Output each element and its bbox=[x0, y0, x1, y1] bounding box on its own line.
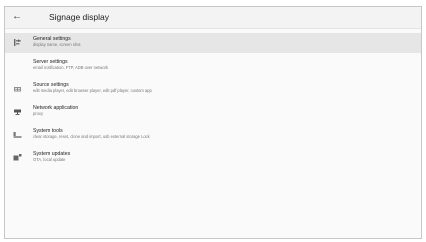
settings-item-subtitle: OTA, local update bbox=[33, 157, 66, 162]
network-icon bbox=[14, 109, 21, 115]
settings-item-system-updates[interactable]: System updates OTA, local update bbox=[5, 148, 421, 168]
settings-item-system-tools[interactable]: System tools clear storage, reset, clone… bbox=[5, 125, 421, 145]
settings-item-subtitle: display name, screen shot bbox=[33, 42, 81, 47]
settings-item-general[interactable]: General settings display name, screen sh… bbox=[5, 33, 421, 53]
settings-list: General settings display name, screen sh… bbox=[5, 33, 421, 171]
settings-item-subtitle: clear storage, reset, clone and import, … bbox=[33, 134, 150, 139]
grid-icon bbox=[14, 87, 21, 92]
settings-item-subtitle: edit media player, edit browser player, … bbox=[33, 88, 152, 93]
update-icon bbox=[13, 154, 22, 161]
settings-item-server[interactable]: Server settings email notification, FTP,… bbox=[5, 56, 421, 76]
app-header: ← Signage display bbox=[5, 7, 421, 29]
settings-item-subtitle: email notification, FTP, ADB over networ… bbox=[33, 65, 109, 70]
settings-item-source[interactable]: Source settings edit media player, edit … bbox=[5, 79, 421, 99]
settings-item-network[interactable]: Network application proxy bbox=[5, 102, 421, 122]
settings-item-subtitle: proxy bbox=[33, 111, 44, 116]
settings-window: ← Signage display General settings displ… bbox=[4, 6, 422, 239]
sliders-icon bbox=[14, 39, 21, 46]
back-arrow-icon[interactable]: ← bbox=[11, 11, 23, 23]
tools-icon bbox=[13, 132, 22, 138]
page-title: Signage display bbox=[49, 12, 110, 22]
